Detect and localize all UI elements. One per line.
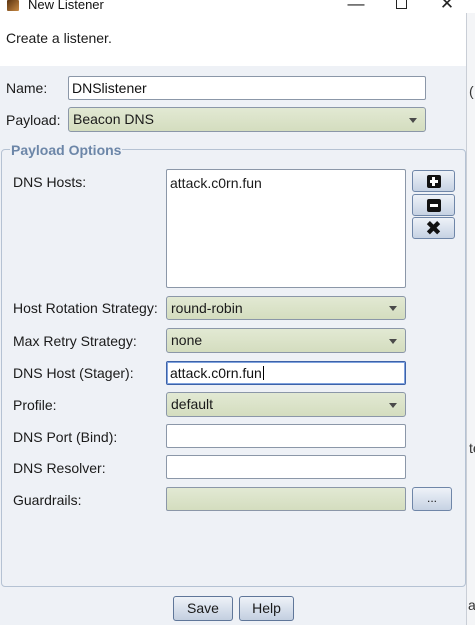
name-label: Name:: [6, 80, 48, 96]
max-retry-value: none: [171, 332, 203, 348]
close-button[interactable]: ✕: [427, 0, 467, 13]
host-rotation-label: Host Rotation Strategy:: [13, 300, 158, 316]
chevron-down-icon: [409, 117, 417, 123]
minus-box-icon: [426, 198, 441, 212]
name-value: DNSlistener: [72, 80, 147, 96]
dns-resolver-field[interactable]: [166, 455, 406, 479]
description-text: Create a listener.: [6, 30, 112, 46]
guardrails-label: Guardrails:: [13, 492, 82, 508]
app-icon: [7, 0, 19, 11]
maximize-icon: [395, 0, 407, 9]
description-panel: Create a listener.: [0, 13, 466, 66]
background-fragment-2: te: [469, 440, 475, 456]
dns-hosts-list[interactable]: attack.c0rn.fun: [166, 169, 406, 288]
help-button[interactable]: Help: [239, 596, 294, 621]
payload-value: Beacon DNS: [73, 111, 154, 127]
name-field[interactable]: DNSlistener: [68, 76, 426, 100]
text-caret: [262, 366, 264, 380]
remove-host-button[interactable]: [412, 194, 455, 216]
profile-select[interactable]: default: [166, 392, 406, 417]
save-button[interactable]: Save: [173, 596, 233, 621]
dns-port-field[interactable]: [166, 424, 406, 448]
clear-hosts-button[interactable]: ✖: [412, 217, 455, 239]
payload-label: Payload:: [6, 112, 61, 128]
chevron-down-icon: [389, 338, 397, 344]
minimize-button[interactable]: —: [336, 0, 376, 13]
chevron-down-icon: [389, 306, 397, 311]
dns-port-label: DNS Port (Bind):: [13, 429, 118, 445]
x-icon: ✖: [425, 216, 442, 240]
host-rotation-value: round-robin: [171, 300, 243, 316]
guardrails-browse-button[interactable]: ...: [412, 487, 452, 511]
host-rotation-select[interactable]: round-robin: [166, 296, 406, 320]
dns-hosts-label: DNS Hosts:: [13, 174, 87, 190]
dns-host-stager-label: DNS Host (Stager):: [13, 365, 134, 381]
profile-value: default: [171, 396, 214, 412]
max-retry-label: Max Retry Strategy:: [13, 333, 137, 349]
background-fragment-1: (: [469, 83, 474, 99]
maximize-button[interactable]: [381, 0, 421, 13]
background-fragment-3: a: [468, 597, 475, 613]
payload-options-title: Payload Options: [10, 142, 123, 158]
dns-resolver-label: DNS Resolver:: [13, 460, 106, 476]
plus-box-icon: [426, 174, 441, 188]
window-title: New Listener: [28, 0, 104, 12]
dns-host-stager-value: attack.c0rn.fun: [170, 365, 262, 381]
dns-host-stager-field[interactable]: attack.c0rn.fun: [166, 361, 406, 385]
guardrails-field[interactable]: [166, 487, 406, 511]
payload-select[interactable]: Beacon DNS: [68, 107, 426, 132]
profile-label: Profile:: [13, 397, 57, 413]
title-bar: New Listener — ✕: [0, 0, 475, 13]
add-host-button[interactable]: [412, 170, 455, 192]
list-item[interactable]: attack.c0rn.fun: [170, 175, 262, 191]
chevron-down-icon: [389, 402, 397, 408]
background-window-edge: ( te a: [466, 13, 475, 625]
max-retry-select[interactable]: none: [166, 328, 406, 353]
